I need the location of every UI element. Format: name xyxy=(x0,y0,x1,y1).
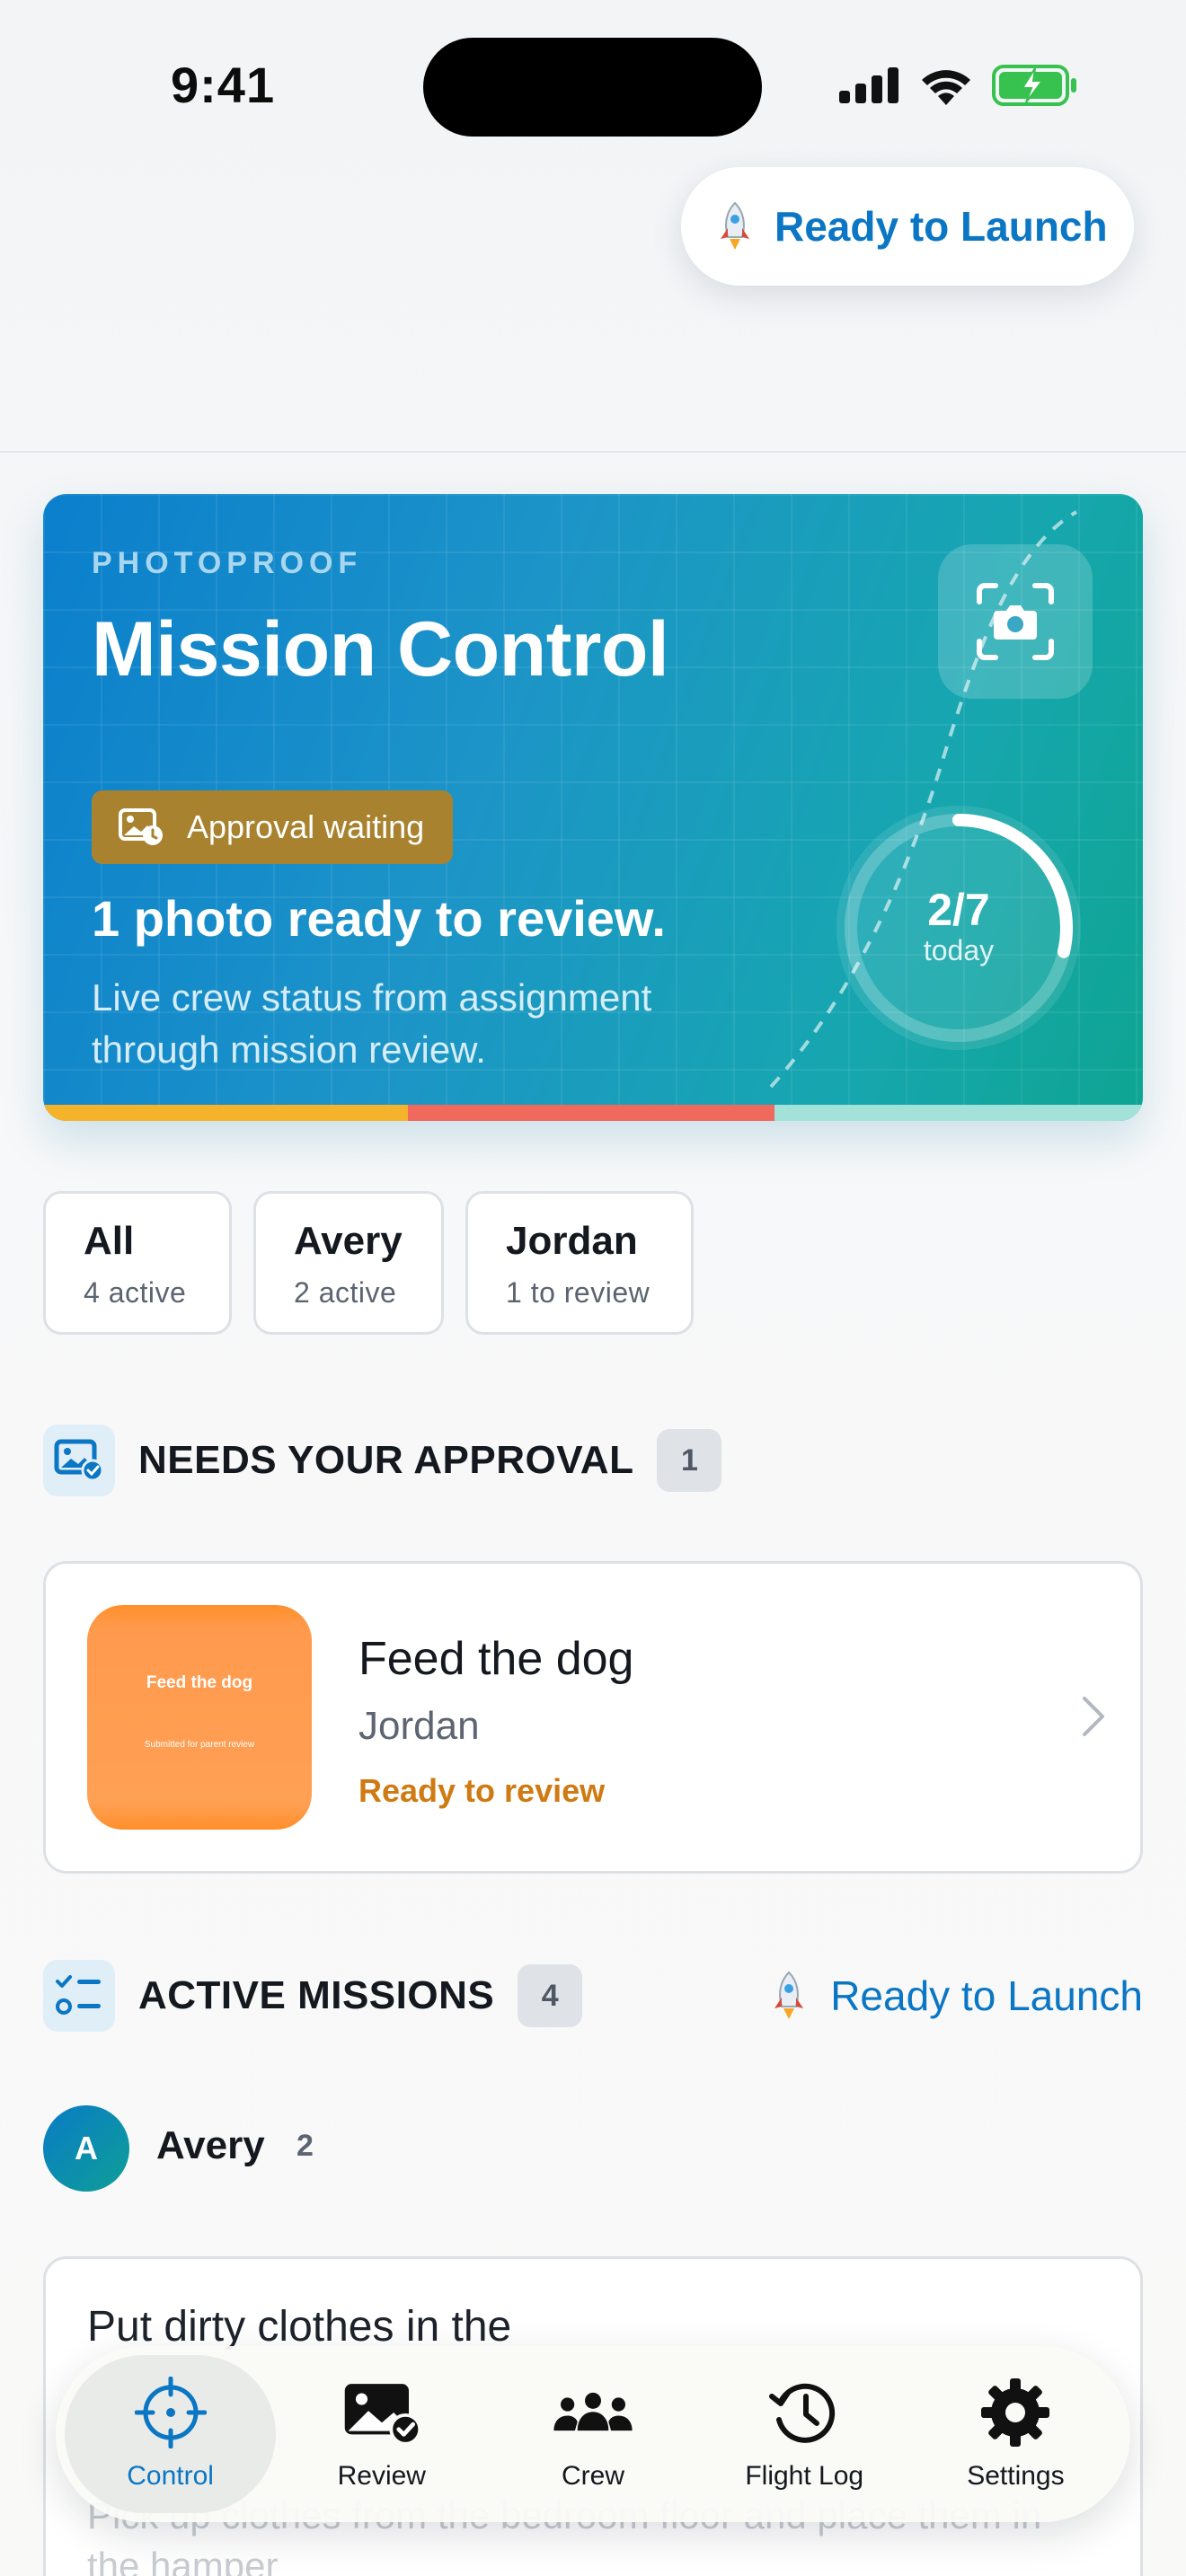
section-icon xyxy=(43,1425,115,1496)
filter-name: Jordan xyxy=(506,1219,638,1263)
approval-waiting-label: Approval waiting xyxy=(187,808,425,845)
status-icons xyxy=(839,63,1078,108)
crosshair-icon xyxy=(134,2377,207,2448)
people-icon xyxy=(553,2392,633,2431)
tab-crew[interactable]: Crew xyxy=(487,2355,698,2513)
filter-meta: 1 to review xyxy=(506,1276,651,1309)
tab-bar: Control Review Crew Flight Log Settings xyxy=(56,2346,1130,2522)
filter-all[interactable]: All 4 active xyxy=(43,1191,232,1335)
tab-label: Control xyxy=(127,2461,214,2491)
tab-review[interactable]: Review xyxy=(276,2355,487,2513)
status-bar: 9:41 xyxy=(0,0,1186,171)
mission-status-bar xyxy=(43,1105,1143,1121)
wifi-icon xyxy=(922,70,970,105)
section-count-badge: 4 xyxy=(518,1964,583,2027)
review-item-title: Feed the dog xyxy=(358,1633,634,1685)
rocket-icon xyxy=(721,201,749,250)
photo-check-icon xyxy=(54,1439,104,1482)
section-count-badge: 1 xyxy=(657,1429,722,1492)
progress-unit: today xyxy=(923,934,995,966)
thumbnail-caption: Submitted for parent review xyxy=(144,1740,255,1750)
camera-scan-icon xyxy=(977,583,1054,660)
mission-control-hero: PHOTOPROOF Mission Control Approval wait… xyxy=(43,494,1143,1121)
tab-control[interactable]: Control xyxy=(65,2355,277,2513)
section-icon xyxy=(43,1960,115,2032)
mission-title: Put dirty clothes in the xyxy=(87,2303,512,2351)
status-bar-segment xyxy=(43,1105,408,1121)
tab-label: Review xyxy=(337,2461,426,2491)
approval-section-header: NEEDS YOUR APPROVAL 1 xyxy=(43,1425,722,1496)
tab-flight-log[interactable]: Flight Log xyxy=(699,2355,910,2513)
camera-scan-button[interactable] xyxy=(938,544,1093,699)
gear-icon xyxy=(981,2378,1050,2447)
progress-count: 2/7 xyxy=(927,885,990,935)
status-bar-segment xyxy=(774,1105,1143,1121)
hero-headline: 1 photo ready to review. xyxy=(92,890,666,947)
approval-waiting-chip: Approval waiting xyxy=(92,790,454,864)
ready-to-launch-label: Ready to Launch xyxy=(830,1972,1143,2019)
filter-name: Avery xyxy=(294,1219,403,1263)
checklist-icon xyxy=(56,1975,101,2015)
thumbnail-title: Feed the dog xyxy=(146,1673,253,1692)
status-bar-segment xyxy=(408,1105,774,1121)
ready-to-launch-label: Ready to Launch xyxy=(774,203,1108,250)
tab-label: Settings xyxy=(967,2461,1065,2491)
filter-jordan[interactable]: Jordan 1 to review xyxy=(465,1191,694,1335)
review-item-assignee: Jordan xyxy=(358,1704,480,1748)
avatar: A xyxy=(43,2105,129,2192)
tab-settings[interactable]: Settings xyxy=(910,2355,1121,2513)
missions-section-header: ACTIVE MISSIONS 4 xyxy=(43,1960,583,2032)
history-icon xyxy=(769,2383,836,2443)
filter-meta: 4 active xyxy=(84,1276,187,1309)
rocket-icon xyxy=(774,1971,804,2019)
dynamic-island xyxy=(423,38,762,137)
battery-charging-icon xyxy=(992,65,1076,106)
status-time: 9:41 xyxy=(171,57,276,113)
filter-name: All xyxy=(84,1219,135,1263)
daily-progress-ring: 2/7 today xyxy=(834,803,1084,1053)
cellular-signal-icon xyxy=(839,67,898,103)
hero-title: Mission Control xyxy=(92,606,669,693)
photo-check-icon xyxy=(344,2384,421,2446)
hero-subtitle: Live crew status from assignment through… xyxy=(92,976,652,1071)
photo-clock-icon xyxy=(119,808,163,845)
filter-meta: 2 active xyxy=(294,1276,397,1309)
tab-label: Crew xyxy=(562,2461,625,2491)
ready-to-launch-button[interactable]: Ready to Launch xyxy=(681,167,1134,286)
tab-label: Flight Log xyxy=(745,2461,864,2491)
crew-member-name: Avery xyxy=(156,2123,265,2167)
header-divider xyxy=(0,451,1186,453)
chevron-right-icon xyxy=(1083,1697,1104,1736)
section-title: ACTIVE MISSIONS xyxy=(138,1973,495,2017)
crew-filter-bar: All 4 active Avery 2 active Jordan 1 to … xyxy=(43,1191,694,1335)
review-item-card[interactable]: Feed the dog Submitted for parent review… xyxy=(43,1561,1143,1874)
review-item-status: Ready to review xyxy=(358,1772,606,1809)
hero-eyebrow: PHOTOPROOF xyxy=(92,546,363,580)
submission-photo-thumbnail: Feed the dog Submitted for parent review xyxy=(87,1605,312,1830)
missions-ready-to-launch-button[interactable]: Ready to Launch xyxy=(769,1960,1143,2032)
section-title: NEEDS YOUR APPROVAL xyxy=(138,1438,634,1482)
filter-avery[interactable]: Avery 2 active xyxy=(253,1191,444,1335)
crew-member-mission-count: 2 xyxy=(296,2129,314,2163)
